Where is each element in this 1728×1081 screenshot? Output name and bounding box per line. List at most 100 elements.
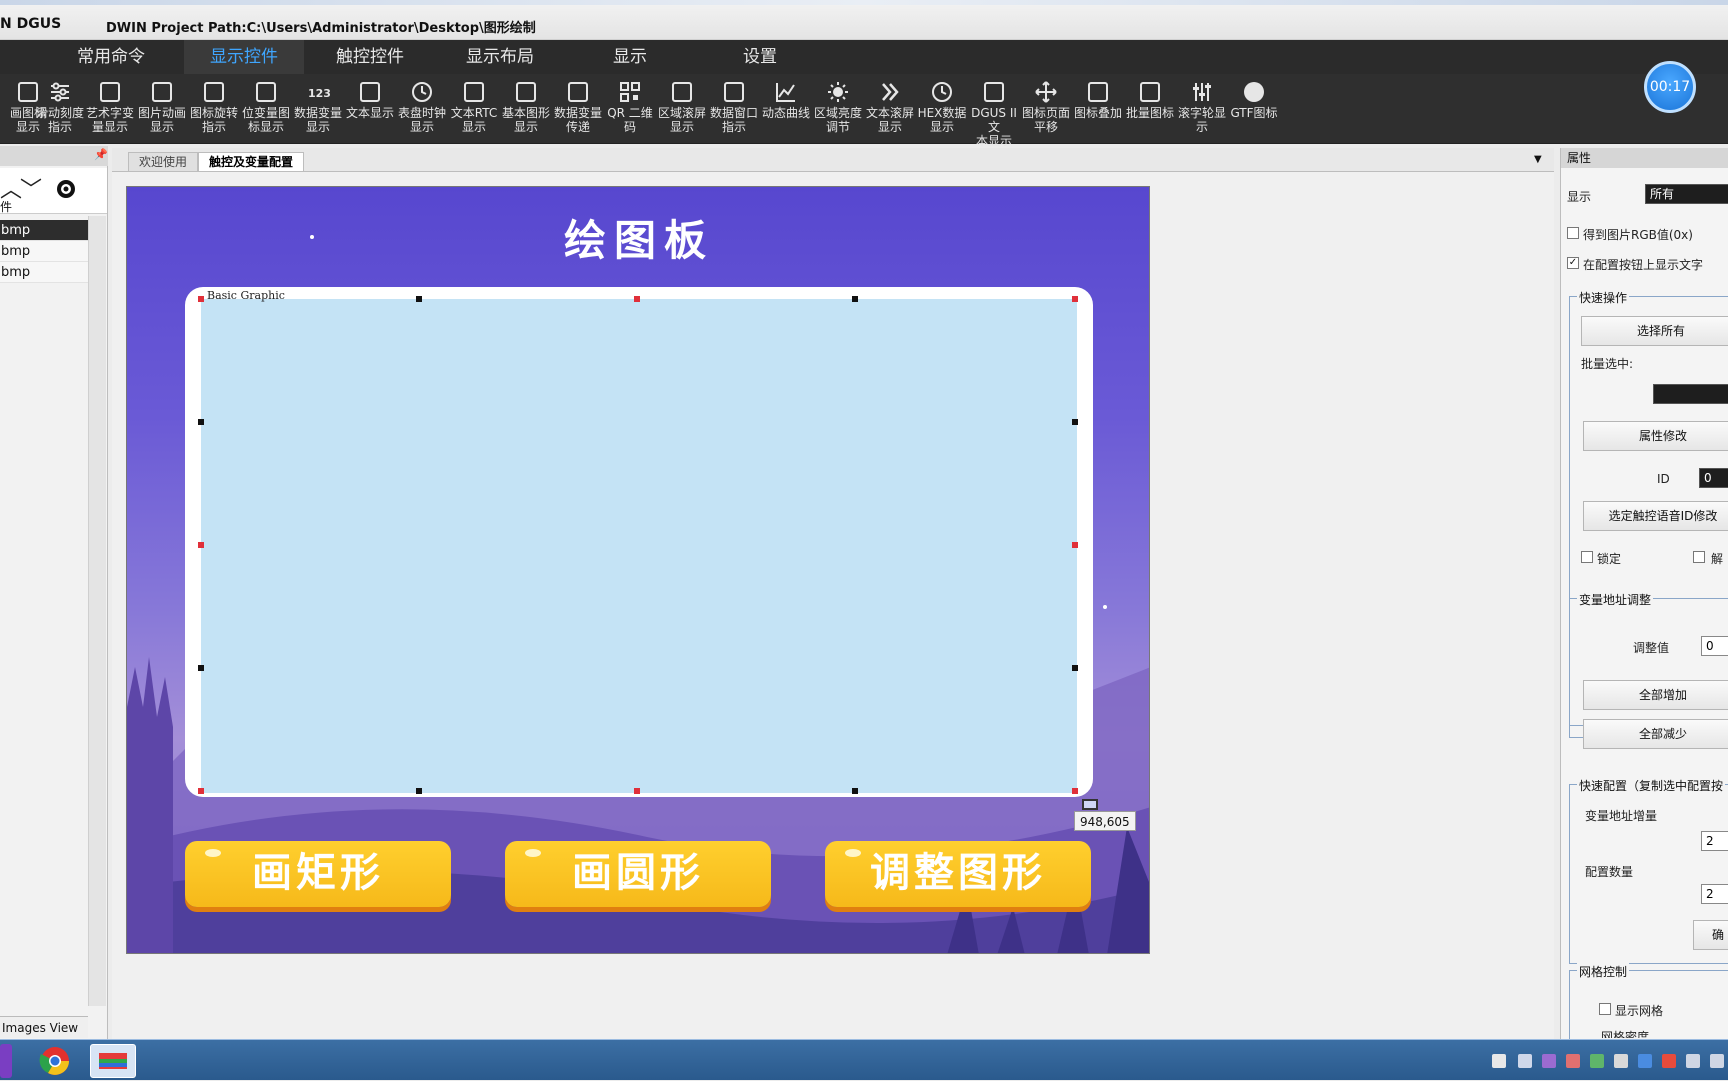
- left-scrollbar[interactable]: [88, 216, 106, 1006]
- network-icon[interactable]: [1686, 1054, 1700, 1068]
- toolbar-button-scroll-area[interactable]: 区域滚屏 显示: [654, 78, 710, 140]
- selection-handle[interactable]: [1072, 788, 1078, 794]
- toolbar-button-curve-chart[interactable]: 动态曲线: [758, 78, 814, 140]
- toolbar-button-slider[interactable]: 滑动刻度 指示: [32, 78, 88, 140]
- shield-icon[interactable]: [1638, 1054, 1652, 1068]
- toolbar-button-label: HEX数据 显示: [917, 106, 967, 134]
- selection-handle[interactable]: [1072, 665, 1078, 671]
- volume-icon[interactable]: [1710, 1054, 1724, 1068]
- menu-tab-display[interactable]: 显示: [590, 40, 670, 74]
- all-increase-button[interactable]: 全部增加: [1583, 680, 1728, 710]
- app-icon[interactable]: [0, 1044, 12, 1078]
- id-input[interactable]: 0: [1699, 468, 1728, 488]
- images-view-tab[interactable]: Images View: [0, 1016, 88, 1038]
- toolbar-button-rtc[interactable]: 文本RTC 显示: [446, 78, 502, 140]
- toolbar-button-batch[interactable]: 批量图标: [1122, 78, 1178, 140]
- screen-canvas[interactable]: 绘图板 Basic Graphic 画矩形 画圆形 调整图形: [126, 186, 1150, 954]
- selection-handle[interactable]: [634, 788, 640, 794]
- tray-app-icon[interactable]: [1614, 1054, 1628, 1068]
- adjust-shape-button[interactable]: 调整图形: [825, 841, 1091, 907]
- tray-app-icon[interactable]: [1590, 1054, 1604, 1068]
- list-item[interactable]: bmp: [0, 262, 88, 283]
- toolbar-button-hex-clock[interactable]: HEX数据 显示: [914, 78, 970, 140]
- selection-handle[interactable]: [198, 419, 204, 425]
- selection-handle[interactable]: [634, 296, 640, 302]
- select-all-button[interactable]: 选择所有: [1581, 316, 1728, 346]
- list-item[interactable]: bmp: [0, 241, 88, 262]
- toolbar-button-brightness[interactable]: 区域亮度 调节: [810, 78, 866, 140]
- eye-icon[interactable]: [54, 178, 78, 207]
- confirm-button[interactable]: 确: [1693, 920, 1728, 950]
- selection-handle[interactable]: [198, 542, 204, 548]
- selection-handle[interactable]: [1072, 419, 1078, 425]
- toolbar-button-move-arrows[interactable]: 图标页面 平移: [1018, 78, 1074, 140]
- menu-tab-settings[interactable]: 设置: [720, 40, 800, 74]
- draw-rectangle-button[interactable]: 画矩形: [185, 841, 451, 907]
- drawing-area[interactable]: [201, 299, 1077, 793]
- lock-checkbox[interactable]: [1581, 551, 1593, 563]
- toolbar-button-rotate[interactable]: 图标旋转 指示: [186, 78, 242, 140]
- resize-cursor-box[interactable]: [1082, 799, 1098, 810]
- toolbar-button-data-window[interactable]: 数据窗口 指示: [706, 78, 762, 140]
- left-panel: 📌 ︿ ﹀ 件 bmp bmp bmp Images View: [0, 146, 108, 1039]
- toolbar-button-number-123[interactable]: 123 数据变量 显示: [290, 78, 346, 140]
- all-decrease-button[interactable]: 全部减少: [1583, 719, 1728, 749]
- selection-handle[interactable]: [1072, 296, 1078, 302]
- selection-handle[interactable]: [416, 788, 422, 794]
- unlock-checkbox[interactable]: [1693, 551, 1705, 563]
- selection-handle[interactable]: [198, 296, 204, 302]
- chevron-down-icon[interactable]: ﹀: [20, 178, 42, 204]
- menu-tab-touch-controls[interactable]: 触控控件: [310, 40, 430, 74]
- toolbar-button-label: QR 二维 码: [607, 106, 653, 134]
- toolbar-button-art-text[interactable]: 艺术字变 量显示: [82, 78, 138, 140]
- toolbar-button-clock[interactable]: 表盘时钟 显示: [394, 78, 450, 140]
- batch-select-input[interactable]: [1653, 384, 1728, 404]
- tab-welcome[interactable]: 欢迎使用: [128, 152, 199, 171]
- pin-icon[interactable]: 📌: [94, 148, 108, 161]
- toolbar-button-gtf-circle[interactable]: GTF图标: [1226, 78, 1282, 140]
- selection-handle[interactable]: [198, 665, 204, 671]
- show-grid-checkbox[interactable]: [1599, 1003, 1611, 1015]
- toolbar-button-shapes[interactable]: 基本图形 显示: [498, 78, 554, 140]
- toolbar-button-overlay[interactable]: 图标叠加: [1070, 78, 1126, 140]
- selection-handle[interactable]: [1072, 542, 1078, 548]
- config-count-input[interactable]: 2: [1701, 884, 1728, 904]
- selection-handle[interactable]: [852, 296, 858, 302]
- project-path: DWIN Project Path:C:\Users\Administrator…: [106, 21, 536, 36]
- tab-touch-config[interactable]: 触控及变量配置: [198, 152, 305, 171]
- var-increment-label: 变量地址增量: [1585, 809, 1658, 823]
- properties-panel: 属性 显示 所有 得到图片RGB值(0x) ✓ 在配置按钮上显示文字 快速操作 …: [1560, 148, 1728, 1050]
- tray-app-icon[interactable]: [1542, 1054, 1556, 1068]
- dgus-text-icon: [982, 80, 1006, 104]
- var-increment-input[interactable]: 2: [1701, 831, 1728, 851]
- menu-tab-common[interactable]: 常用命令: [54, 40, 168, 74]
- display-filter-select[interactable]: 所有: [1645, 184, 1728, 204]
- toolbar-button-text[interactable]: 文本显示: [342, 78, 398, 140]
- tray-app-icon[interactable]: [1662, 1054, 1676, 1068]
- draw-circle-button[interactable]: 画圆形: [505, 841, 771, 907]
- keyboard-icon[interactable]: [1492, 1054, 1506, 1068]
- rgb-checkbox[interactable]: [1567, 227, 1579, 239]
- tray-app-icon[interactable]: [1566, 1054, 1580, 1068]
- selection-handle[interactable]: [416, 296, 422, 302]
- toolbar-button-double-chevron[interactable]: 文本滚屏 显示: [862, 78, 918, 140]
- menu-tab-layout[interactable]: 显示布局: [440, 40, 560, 74]
- menu-tab-display-controls[interactable]: 显示控件: [184, 40, 304, 74]
- toolbar-button-picture-animation[interactable]: 图片动画 显示: [134, 78, 190, 140]
- toolbar-button-bit-variable[interactable]: 位变量图 标显示: [238, 78, 294, 140]
- toolbar-button-wheel-sliders[interactable]: 滚字轮显 示: [1174, 78, 1230, 140]
- dgus-app-icon[interactable]: [90, 1044, 136, 1078]
- toolbar-button-qr-code[interactable]: QR 二维 码: [602, 78, 658, 140]
- attribute-modify-button[interactable]: 属性修改: [1583, 421, 1728, 451]
- list-item[interactable]: bmp: [0, 220, 88, 241]
- input-method-icon[interactable]: [1518, 1054, 1532, 1068]
- chrome-icon[interactable]: [36, 1044, 74, 1078]
- touch-voice-button[interactable]: 选定触控语音ID修改: [1583, 501, 1728, 531]
- selection-handle[interactable]: [852, 788, 858, 794]
- tab-dropdown-icon[interactable]: ▼: [1534, 154, 1542, 165]
- adjust-value-input[interactable]: 0: [1701, 636, 1728, 656]
- selection-handle[interactable]: [198, 788, 204, 794]
- toolbar-button-data-transfer[interactable]: 数据变量 传递: [550, 78, 606, 140]
- toolbar-button-dgus-text[interactable]: DGUS II文 本显示: [966, 78, 1022, 148]
- show-text-checkbox[interactable]: ✓: [1567, 257, 1579, 269]
